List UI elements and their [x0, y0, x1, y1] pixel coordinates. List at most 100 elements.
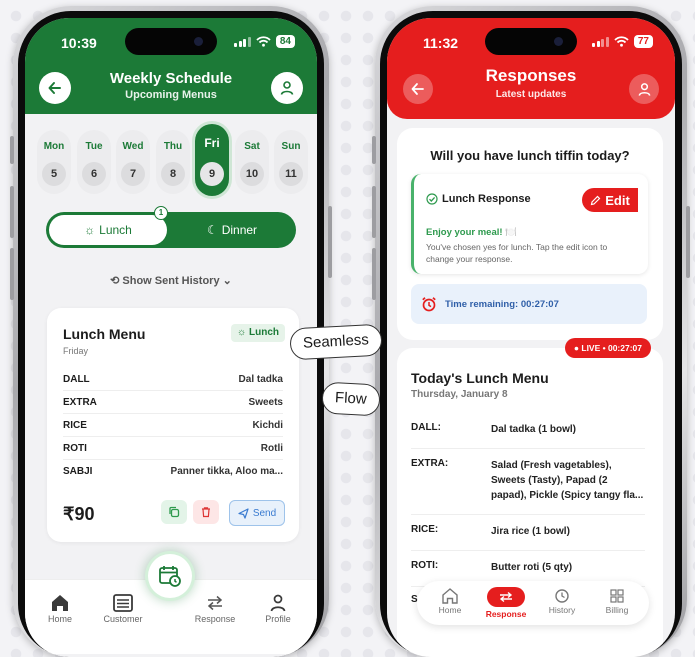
- menu-day: Friday: [63, 346, 89, 356]
- menu-row: RICE Kichdi: [63, 414, 283, 437]
- timer-text: Time remaining: 00:27:07: [445, 298, 559, 310]
- arrows-icon: [207, 595, 223, 611]
- nav-history[interactable]: History: [537, 587, 587, 615]
- volume-up-button: [372, 186, 376, 238]
- day-date: 9: [200, 162, 224, 186]
- send-label: Send: [252, 507, 277, 519]
- dinner-tab[interactable]: ☾ Dinner: [168, 212, 296, 248]
- menu-row-value: Sweets: [248, 396, 283, 408]
- phone-left: 10:39 84 Weekly Schedule Upcoming Menus …: [10, 6, 332, 657]
- send-button[interactable]: Send: [229, 500, 285, 526]
- home-icon: [442, 588, 458, 604]
- menu-row: ROTI Rotli: [63, 437, 283, 460]
- timer-box: Time remaining: 00:27:07: [411, 284, 647, 324]
- todays-menu-title: Today's Lunch Menu: [411, 370, 549, 386]
- day-sun[interactable]: Sun 11: [274, 130, 308, 194]
- day-mon[interactable]: Mon 5: [37, 130, 71, 194]
- history-icon: [555, 589, 569, 603]
- nav-home[interactable]: Home: [30, 592, 90, 624]
- menu-row-label: EXTRA: [63, 396, 97, 408]
- day-name: Fri: [204, 136, 220, 150]
- bottom-nav: Home Customer Response Profile: [25, 554, 317, 654]
- history-label: Show Sent History: [122, 275, 220, 287]
- menu-row-label: SABJI: [63, 465, 93, 477]
- day-selector: Mon 5 Tue 6 Wed 7 Thu 8 Fri 9 Sat 10 Sun 11: [37, 124, 308, 200]
- menu-row-value: Salad (Fresh vagetables), Sweets (Tasty)…: [491, 460, 644, 501]
- meal-toggle: ☼ Lunch 1 ☾ Dinner: [46, 206, 296, 248]
- nav-response[interactable]: Response: [481, 587, 531, 619]
- nav-home[interactable]: Home: [425, 587, 475, 615]
- screen-left: 10:39 84 Weekly Schedule Upcoming Menus …: [25, 18, 317, 657]
- nav-label: Response: [194, 614, 236, 624]
- calendar-clock-icon: [159, 566, 181, 587]
- bottom-nav: Home Response History Billing: [417, 581, 649, 625]
- grid-icon: [610, 589, 624, 603]
- nav-billing[interactable]: Billing: [592, 587, 642, 615]
- flow-callout: Flow: [321, 381, 381, 417]
- lunch-chip-label: Lunch: [249, 327, 279, 338]
- nav-customer[interactable]: Customer: [93, 592, 153, 624]
- lunch-count-badge: 1: [154, 206, 168, 220]
- list-icon: [113, 594, 133, 612]
- day-date: 11: [279, 162, 303, 186]
- price: ₹90: [63, 504, 95, 524]
- enjoy-message: Enjoy your meal! 🍽️: [426, 227, 518, 238]
- response-label-text: Lunch Response: [442, 193, 531, 205]
- edit-button[interactable]: Edit: [582, 188, 638, 212]
- day-thu[interactable]: Thu 8: [156, 130, 190, 194]
- day-date: 5: [42, 162, 66, 186]
- lunch-response-box: Lunch Response Edit Enjoy your meal! 🍽️ …: [411, 174, 648, 274]
- lunch-tab-label: Lunch: [99, 223, 132, 237]
- seamless-callout: Seamless: [289, 323, 383, 361]
- day-sat[interactable]: Sat 10: [235, 130, 269, 194]
- day-fri[interactable]: Fri 9: [195, 124, 229, 196]
- trash-icon: [202, 507, 210, 518]
- nav-label: Home: [438, 605, 462, 615]
- menu-row: RICE: Jira rice (1 bowl): [411, 524, 645, 551]
- power-button: [328, 206, 332, 278]
- menu-row-label: RICE:: [411, 524, 439, 535]
- day-date: 6: [82, 162, 106, 186]
- profile-button[interactable]: [629, 74, 659, 104]
- day-name: Thu: [163, 141, 183, 152]
- check-circle-icon: [426, 193, 438, 205]
- delete-button[interactable]: [193, 500, 219, 524]
- signal-icon: [234, 36, 251, 47]
- profile-button[interactable]: [271, 72, 303, 104]
- show-sent-history-link[interactable]: ⟲ Show Sent History ⌄: [25, 274, 317, 287]
- pencil-icon: [590, 195, 601, 205]
- edit-label: Edit: [605, 192, 630, 208]
- alarm-clock-icon: [422, 297, 436, 312]
- day-date: 10: [240, 162, 264, 186]
- screen-right: 11:32 77 Responses Latest updates Will y…: [387, 18, 675, 657]
- lunch-question-card: Will you have lunch tiffin today? Lunch …: [397, 128, 663, 340]
- day-tue[interactable]: Tue 6: [77, 130, 111, 194]
- question: Will you have lunch tiffin today?: [430, 148, 630, 163]
- nav-response[interactable]: Response: [185, 592, 245, 624]
- volume-down-button: [10, 248, 14, 300]
- power-button: [686, 206, 690, 278]
- copy-button[interactable]: [161, 500, 187, 524]
- signal-icon: [592, 36, 609, 47]
- status-time: 10:39: [61, 35, 97, 51]
- volume-down-button: [372, 248, 376, 300]
- menu-row-value: Jira rice (1 bowl): [491, 526, 570, 537]
- lunch-tab[interactable]: ☼ Lunch: [49, 215, 167, 245]
- nav-label: Customer: [103, 614, 143, 624]
- wifi-icon: [614, 36, 629, 47]
- nav-label: Home: [47, 614, 72, 624]
- day-wed[interactable]: Wed 7: [116, 130, 150, 194]
- battery-icon: 77: [633, 35, 653, 48]
- send-icon: [238, 507, 249, 519]
- day-name: Sat: [244, 141, 260, 152]
- nav-profile[interactable]: Profile: [248, 592, 308, 624]
- menu-row-value: Butter roti (5 qty): [491, 562, 573, 573]
- copy-icon: [169, 506, 180, 518]
- menu-row-value: Panner tikka, Aloo ma...: [170, 465, 283, 477]
- user-icon: [280, 81, 294, 95]
- menu-row: DALL Dal tadka: [63, 368, 283, 391]
- header: 10:39 84 Weekly Schedule Upcoming Menus: [25, 18, 317, 114]
- nav-label: Profile: [265, 614, 291, 624]
- mute-switch: [10, 136, 14, 164]
- menu-row: EXTRA Sweets: [63, 391, 283, 414]
